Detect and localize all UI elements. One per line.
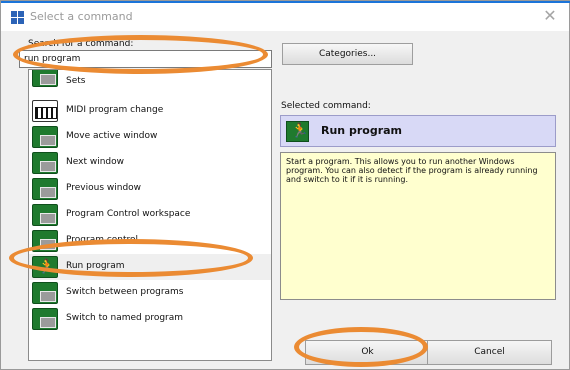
title-bar: Select a command ✕ (1, 3, 569, 31)
selected-command-label: Selected command: (281, 101, 371, 111)
list-item[interactable]: Next window (29, 150, 271, 176)
command-list[interactable]: Sets MIDI program change Move active win… (28, 69, 272, 361)
list-item-label: Program control... (66, 235, 147, 245)
search-input[interactable] (19, 50, 272, 68)
selected-command-box: Run program (280, 115, 556, 147)
selected-command-name: Run program (321, 124, 403, 137)
ok-button[interactable]: Ok (305, 340, 430, 365)
window-icon (32, 282, 58, 304)
list-item-label: Sets (66, 76, 86, 86)
list-item[interactable]: Previous window (29, 176, 271, 202)
list-item-label: Previous window (66, 183, 142, 193)
list-item[interactable]: Program control... (29, 228, 271, 254)
window-icon (32, 204, 58, 226)
categories-button[interactable]: Categories... (282, 43, 413, 65)
midi-keyboard-icon (32, 100, 58, 122)
window-title: Select a command (30, 10, 133, 23)
list-item[interactable]: Move active window (29, 124, 271, 150)
window-icon (32, 126, 58, 148)
list-item-label: Run program (66, 261, 125, 271)
window-icon (32, 308, 58, 330)
list-item-selected[interactable]: Run program (29, 254, 271, 280)
app-icon (11, 11, 24, 24)
list-item[interactable]: Program Control workspace (29, 202, 271, 228)
list-item-label: Next window (66, 157, 124, 167)
select-command-dialog: Select a command ✕ Search for a command:… (0, 0, 570, 370)
list-item[interactable]: Switch to named program (29, 306, 271, 332)
list-item[interactable]: MIDI program change (29, 98, 271, 124)
cancel-button[interactable]: Cancel (427, 340, 552, 365)
window-icon (32, 230, 58, 252)
window-icon (32, 152, 58, 174)
list-item-label: Switch between programs (66, 287, 184, 297)
command-description: Start a program. This allows you to run … (280, 152, 556, 300)
list-item-label: MIDI program change (66, 105, 164, 115)
window-icon (32, 70, 58, 87)
list-item-label: Program Control workspace (66, 209, 191, 219)
list-item[interactable]: Sets (29, 70, 271, 89)
close-icon[interactable]: ✕ (541, 7, 559, 25)
search-label: Search for a command: (28, 39, 134, 49)
list-item[interactable]: Switch between programs (29, 280, 271, 306)
run-icon (32, 256, 58, 278)
window-icon (32, 178, 58, 200)
list-item-label: Move active window (66, 131, 158, 141)
run-icon (286, 121, 309, 142)
list-item-label: Switch to named program (66, 313, 184, 323)
